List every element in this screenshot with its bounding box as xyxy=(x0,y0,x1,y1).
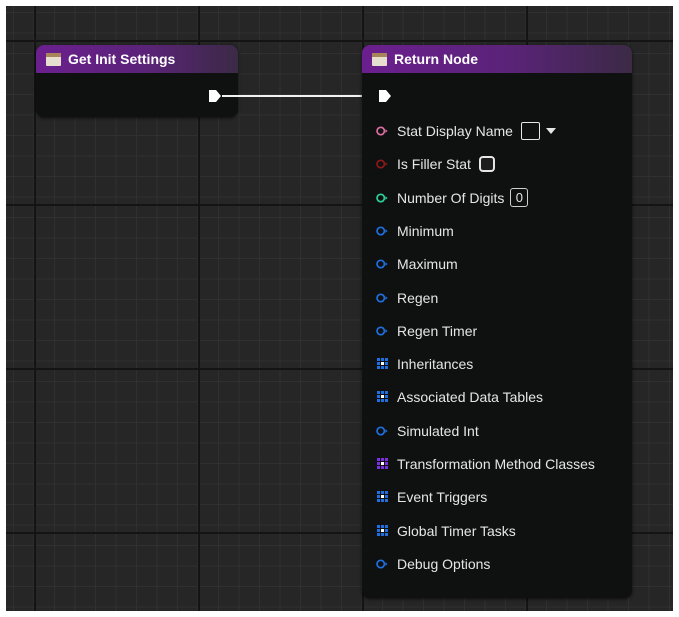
pin-row-maximum: Maximum xyxy=(376,254,458,274)
pin-row-number-of-digits: Number Of Digits 0 xyxy=(376,188,529,208)
array-pin-grid-icon[interactable] xyxy=(377,458,389,470)
input-pin-circle-icon[interactable] xyxy=(376,225,388,237)
string-value-field[interactable] xyxy=(520,122,540,140)
pin-label: Regen Timer xyxy=(397,322,478,339)
get-init-settings-node[interactable]: Get Init Settings xyxy=(36,45,238,117)
number-of-digits-field[interactable]: 0 xyxy=(510,188,529,208)
pin-row-global-timer-tasks: Global Timer Tasks xyxy=(376,521,516,541)
pin-label: Regen xyxy=(397,289,439,306)
input-pin-circle-icon[interactable] xyxy=(376,558,388,570)
exec-input-pin[interactable] xyxy=(378,89,392,103)
pin-label: Event Triggers xyxy=(397,489,488,506)
pin-row-inheritances: Inheritances xyxy=(376,354,473,374)
input-pin-circle-icon[interactable] xyxy=(376,325,388,337)
function-icon xyxy=(372,52,387,66)
pin-label: Transformation Method Classes xyxy=(397,456,595,472)
return-node-header[interactable]: Return Node xyxy=(362,45,632,73)
pin-label: Stat Display Name xyxy=(397,123,513,139)
pin-label: Minimum xyxy=(397,222,454,239)
pin-row-associated-data-tables: Associated Data Tables xyxy=(376,387,543,407)
input-pin-circle-icon[interactable] xyxy=(376,192,388,204)
pin-label: Maximum xyxy=(397,256,458,273)
pin-row-debug-options: Debug Options xyxy=(376,554,490,574)
array-pin-grid-icon[interactable] xyxy=(377,391,389,403)
is-filler-stat-checkbox[interactable] xyxy=(478,156,495,173)
pin-label: Debug Options xyxy=(397,555,491,572)
return-node-title: Return Node xyxy=(394,51,478,67)
pin-row-transformation-method-classes: Transformation Method Classes xyxy=(376,454,595,474)
pin-row-simulated-int: Simulated Int xyxy=(376,421,479,441)
get-init-settings-header[interactable]: Get Init Settings xyxy=(36,45,238,73)
get-init-settings-title: Get Init Settings xyxy=(68,51,176,67)
pin-label: Global Timer Tasks xyxy=(397,522,516,539)
pin-label: Is Filler Stat xyxy=(397,156,471,173)
pin-label: Inheritances xyxy=(397,356,474,373)
chevron-down-icon[interactable] xyxy=(545,128,556,134)
pin-label: Associated Data Tables xyxy=(397,389,544,406)
input-pin-circle-icon[interactable] xyxy=(376,158,388,170)
input-pin-circle-icon[interactable] xyxy=(376,425,388,437)
return-node[interactable]: Return Node Stat Display Name Is Filler S… xyxy=(362,45,632,598)
pin-label: Simulated Int xyxy=(397,422,479,439)
array-pin-grid-icon[interactable] xyxy=(377,524,389,537)
array-pin-grid-icon[interactable] xyxy=(377,358,389,370)
pin-row-regen-timer: Regen Timer xyxy=(376,321,477,341)
blueprint-graph-canvas[interactable]: Get Init Settings Return Node Stat Displ… xyxy=(6,6,673,611)
input-pin-circle-icon[interactable] xyxy=(376,292,388,304)
array-pin-grid-icon[interactable] xyxy=(377,491,389,503)
pin-row-minimum: Minimum xyxy=(376,221,454,241)
pin-row-stat-display-name: Stat Display Name xyxy=(376,121,556,141)
exec-output-pin[interactable] xyxy=(208,89,222,103)
input-pin-circle-icon[interactable] xyxy=(376,125,388,137)
pin-row-is-filler-stat: Is Filler Stat xyxy=(376,154,495,174)
exec-wire[interactable] xyxy=(222,95,364,97)
input-pin-circle-icon[interactable] xyxy=(376,258,388,270)
pin-row-event-triggers: Event Triggers xyxy=(376,487,487,507)
pin-row-regen: Regen xyxy=(376,288,438,308)
function-icon xyxy=(46,52,61,66)
pin-label: Number Of Digits xyxy=(397,189,505,206)
